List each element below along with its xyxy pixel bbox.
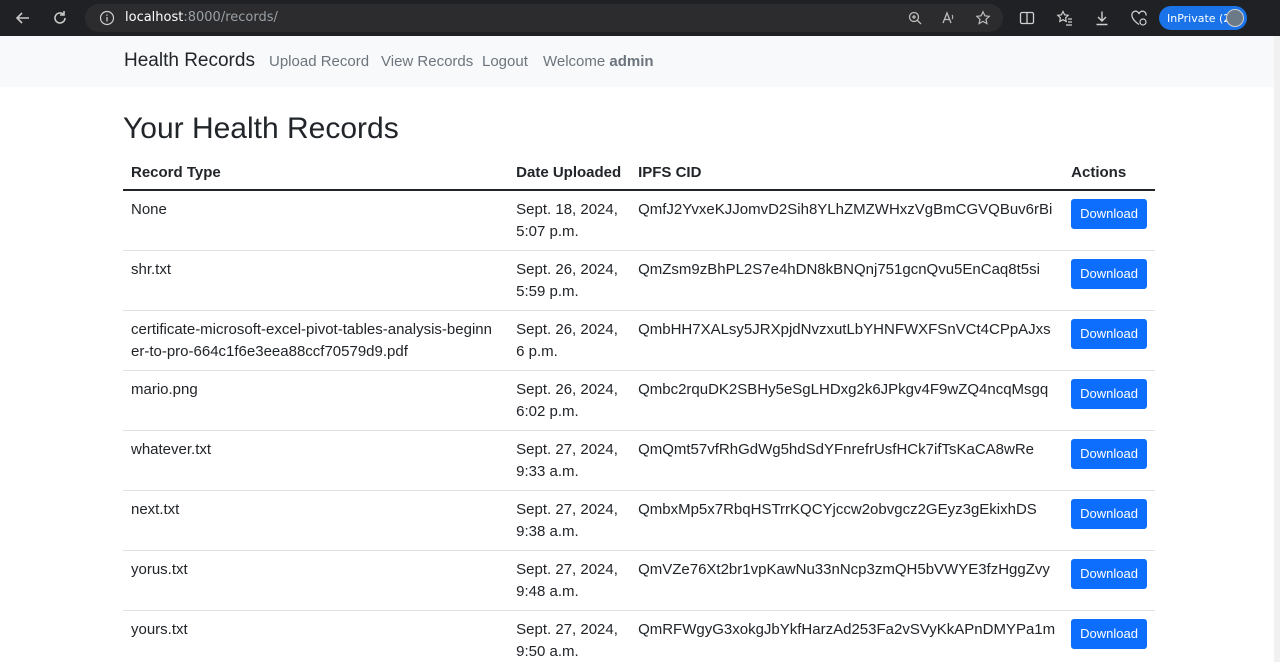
cell-record-type: None bbox=[123, 190, 509, 251]
table-row: mario.png Sept. 26, 2024, 6:02 p.m. Qmbc… bbox=[123, 370, 1155, 431]
download-button[interactable]: Download bbox=[1071, 199, 1147, 229]
cell-record-type: yorus.txt bbox=[123, 550, 509, 611]
table-header-row: Record Type Date Uploaded IPFS CID Actio… bbox=[123, 156, 1155, 191]
header-date-uploaded: Date Uploaded bbox=[508, 156, 631, 191]
cell-ipfs-cid: QmbxMp5x7RbqHSTrrKQCYjccw2obvgcz2GEyz3gE… bbox=[630, 490, 1064, 551]
cell-ipfs-cid: QmZsm9zBhPL2S7e4hDN8kBNQnj751gcnQvu5EnCa… bbox=[630, 250, 1064, 311]
cell-actions: Download bbox=[1063, 430, 1155, 491]
navbar-brand[interactable]: Health Records bbox=[124, 50, 255, 72]
welcome-text: Welcome admin bbox=[543, 53, 654, 70]
cell-actions: Download bbox=[1063, 610, 1155, 662]
welcome-username: admin bbox=[609, 53, 654, 70]
cell-date-uploaded: Sept. 27, 2024, 9:33 a.m. bbox=[508, 430, 631, 491]
cell-record-type: mario.png bbox=[123, 370, 509, 431]
cell-date-uploaded: Sept. 26, 2024, 6:02 p.m. bbox=[508, 370, 631, 431]
browser-essentials-icon[interactable] bbox=[1130, 9, 1148, 27]
cell-ipfs-cid: QmQmt57vfRhGdWg5hdSdYFnrefrUsfHCk7ifTsKa… bbox=[630, 430, 1064, 491]
download-button[interactable]: Download bbox=[1071, 498, 1147, 529]
refresh-icon[interactable] bbox=[48, 6, 72, 30]
profile-avatar bbox=[1226, 9, 1244, 27]
address-url: localhost:8000/records/ bbox=[125, 10, 278, 25]
cell-actions: Download bbox=[1063, 490, 1155, 551]
download-button[interactable]: Download bbox=[1071, 558, 1147, 589]
download-button[interactable]: Download bbox=[1071, 618, 1147, 649]
download-button[interactable]: Download bbox=[1071, 258, 1147, 289]
cell-ipfs-cid: Qmbc2rquDK2SBHy5eSgLHDxg2k6JPkgv4F9wZQ4n… bbox=[630, 370, 1064, 431]
cell-actions: Download bbox=[1063, 370, 1155, 431]
table-row: whatever.txt Sept. 27, 2024, 9:33 a.m. Q… bbox=[123, 430, 1155, 491]
browser-toolbar: localhost:8000/records/ InPrivate (2) bbox=[0, 0, 1280, 36]
nav-link-view-records[interactable]: View Records bbox=[381, 53, 473, 70]
cell-record-type: next.txt bbox=[123, 490, 509, 551]
address-bar[interactable]: localhost:8000/records/ bbox=[85, 4, 1003, 32]
favorites-icon[interactable] bbox=[1056, 9, 1074, 27]
download-icon[interactable] bbox=[1093, 9, 1111, 27]
download-button[interactable]: Download bbox=[1071, 318, 1147, 349]
cell-record-type: shr.txt bbox=[123, 250, 509, 311]
page-title: Your Health Records bbox=[123, 112, 399, 145]
url-path: :8000/records/ bbox=[183, 10, 278, 25]
site-navbar: Health Records Upload Record View Record… bbox=[0, 36, 1274, 87]
inprivate-label: InPrivate (2) bbox=[1167, 11, 1235, 25]
zoom-icon[interactable] bbox=[907, 10, 923, 26]
cell-ipfs-cid: QmfJ2YvxeKJJomvD2Sih8YLhZMZWHxzVgBmCGVQB… bbox=[630, 190, 1064, 251]
nav-link-upload-record[interactable]: Upload Record bbox=[269, 53, 369, 70]
cell-record-type: whatever.txt bbox=[123, 430, 509, 491]
read-aloud-icon[interactable] bbox=[941, 10, 957, 26]
back-arrow-icon[interactable] bbox=[11, 6, 35, 30]
cell-ipfs-cid: QmRFWgyG3xokgJbYkfHarzAd253Fa2vSVyKkAPnD… bbox=[630, 610, 1064, 662]
cell-date-uploaded: Sept. 18, 2024, 5:07 p.m. bbox=[508, 190, 631, 251]
header-record-type: Record Type bbox=[123, 156, 509, 191]
download-button[interactable]: Download bbox=[1071, 438, 1147, 469]
download-button[interactable]: Download bbox=[1071, 378, 1147, 409]
table-row: shr.txt Sept. 26, 2024, 5:59 p.m. QmZsm9… bbox=[123, 250, 1155, 311]
site-info-icon[interactable] bbox=[99, 10, 115, 26]
records-table: Record Type Date Uploaded IPFS CID Actio… bbox=[123, 156, 1155, 662]
cell-actions: Download bbox=[1063, 250, 1155, 311]
cell-actions: Download bbox=[1063, 550, 1155, 611]
cell-record-type: certificate-microsoft-excel-pivot-tables… bbox=[123, 310, 509, 371]
inprivate-badge[interactable]: InPrivate (2) bbox=[1159, 6, 1247, 30]
cell-date-uploaded: Sept. 27, 2024, 9:48 a.m. bbox=[508, 550, 631, 611]
table-row: certificate-microsoft-excel-pivot-tables… bbox=[123, 310, 1155, 371]
cell-date-uploaded: Sept. 26, 2024, 5:59 p.m. bbox=[508, 250, 631, 311]
page-scrollbar[interactable] bbox=[1274, 36, 1280, 662]
cell-record-type: yours.txt bbox=[123, 610, 509, 662]
header-actions: Actions bbox=[1063, 156, 1155, 191]
cell-date-uploaded: Sept. 27, 2024, 9:50 a.m. bbox=[508, 610, 631, 662]
nav-link-logout[interactable]: Logout bbox=[482, 53, 528, 70]
cell-date-uploaded: Sept. 27, 2024, 9:38 a.m. bbox=[508, 490, 631, 551]
cell-actions: Download bbox=[1063, 190, 1155, 251]
cell-date-uploaded: Sept. 26, 2024, 6 p.m. bbox=[508, 310, 631, 371]
cell-ipfs-cid: QmVZe76Xt2br1vpKawNu33nNcp3zmQH5bVWYE3fz… bbox=[630, 550, 1064, 611]
url-host: localhost bbox=[125, 10, 184, 25]
favorite-star-icon[interactable] bbox=[975, 10, 991, 26]
header-ipfs-cid: IPFS CID bbox=[630, 156, 1064, 191]
table-row: yorus.txt Sept. 27, 2024, 9:48 a.m. QmVZ… bbox=[123, 550, 1155, 611]
cell-ipfs-cid: QmbHH7XALsy5JRXpjdNvzxutLbYHNFWXFSnVCt4C… bbox=[630, 310, 1064, 371]
cell-actions: Download bbox=[1063, 310, 1155, 371]
table-row: yours.txt Sept. 27, 2024, 9:50 a.m. QmRF… bbox=[123, 610, 1155, 662]
welcome-prefix: Welcome bbox=[543, 53, 606, 70]
table-row: None Sept. 18, 2024, 5:07 p.m. QmfJ2Yvxe… bbox=[123, 190, 1155, 251]
split-screen-icon[interactable] bbox=[1018, 9, 1036, 27]
table-row: next.txt Sept. 27, 2024, 9:38 a.m. QmbxM… bbox=[123, 490, 1155, 551]
